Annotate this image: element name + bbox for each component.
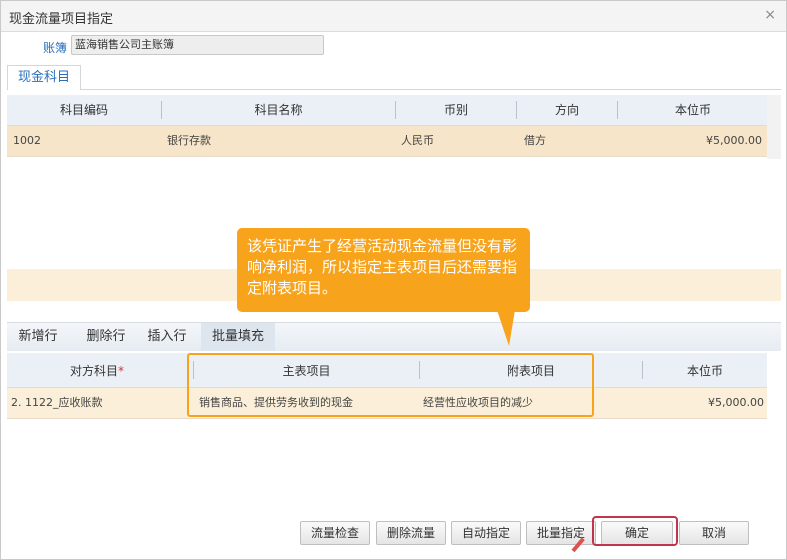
col-header-direction[interactable]: 方向 bbox=[517, 95, 617, 125]
cash-accounts-grid: 科目编码 科目名称 币别 方向 本位币 1002 银行存款 人民币 借方 ¥5,… bbox=[7, 95, 781, 157]
cell-account-name: 银行存款 bbox=[167, 134, 211, 147]
account-book-label: 账簿 bbox=[43, 41, 68, 55]
dialog-titlebar: 现金流量项目指定 × bbox=[1, 1, 786, 32]
cell-direction: 借方 bbox=[524, 134, 546, 147]
cell-counter-account: 2. 1122_应收账款 bbox=[11, 396, 103, 409]
col-header-account-name[interactable]: 科目名称 bbox=[162, 95, 395, 125]
counter-account-label: 对方科目 bbox=[69, 364, 118, 378]
required-marker: * bbox=[118, 364, 124, 378]
cash-grid-header: 科目编码 科目名称 币别 方向 本位币 bbox=[7, 95, 781, 126]
main-sub-item-focus-box bbox=[187, 353, 594, 417]
cell-flow-amount: ¥5,000.00 bbox=[708, 396, 764, 409]
col-header-currency[interactable]: 币别 bbox=[396, 95, 516, 125]
table-row[interactable]: 1002 银行存款 人民币 借方 ¥5,000.00 bbox=[7, 126, 781, 157]
cell-account-code: 1002 bbox=[13, 134, 41, 147]
flow-toolbar: 新增行 删除行 插入行 批量填充 bbox=[7, 322, 781, 351]
tab-cash-accounts[interactable]: 现金科目 bbox=[7, 65, 82, 90]
add-row-button[interactable]: 新增行 bbox=[7, 323, 69, 351]
insert-row-button[interactable]: 插入行 bbox=[137, 323, 197, 351]
tooltip-callout: 该凭证产生了经营活动现金流量但没有影响净利润，所以指定主表项目后还需要指定附表项… bbox=[237, 228, 530, 312]
delete-row-button[interactable]: 删除行 bbox=[75, 323, 137, 351]
auto-assign-button[interactable]: 自动指定 bbox=[451, 521, 521, 545]
vertical-scrollbar[interactable] bbox=[767, 95, 781, 159]
col-header-counter-account[interactable]: 对方科目* bbox=[7, 353, 187, 387]
confirm-highlight-outline bbox=[592, 516, 678, 546]
callout-pointer bbox=[497, 310, 515, 346]
flow-check-button[interactable]: 流量检查 bbox=[300, 521, 370, 545]
dialog-title: 现金流量项目指定 bbox=[9, 12, 114, 27]
cell-amount: ¥5,000.00 bbox=[706, 134, 762, 147]
cash-flow-assign-dialog: 现金流量项目指定 × 账簿 蓝海销售公司主账簿 现金科目 科目编码 科目名称 币… bbox=[0, 0, 787, 560]
batch-fill-button[interactable]: 批量填充 bbox=[201, 323, 275, 351]
tab-divider bbox=[7, 89, 781, 90]
close-icon[interactable]: × bbox=[764, 7, 776, 23]
account-book-field[interactable]: 蓝海销售公司主账簿 bbox=[71, 35, 324, 55]
cancel-button[interactable]: 取消 bbox=[679, 521, 749, 545]
delete-flow-button[interactable]: 删除流量 bbox=[376, 521, 446, 545]
col-header-flow-amount[interactable]: 本位币 bbox=[643, 353, 767, 387]
col-header-amount[interactable]: 本位币 bbox=[618, 95, 768, 125]
cell-currency: 人民币 bbox=[401, 134, 434, 147]
col-header-account-code[interactable]: 科目编码 bbox=[7, 95, 161, 125]
batch-assign-button[interactable]: 批量指定 bbox=[526, 521, 596, 545]
